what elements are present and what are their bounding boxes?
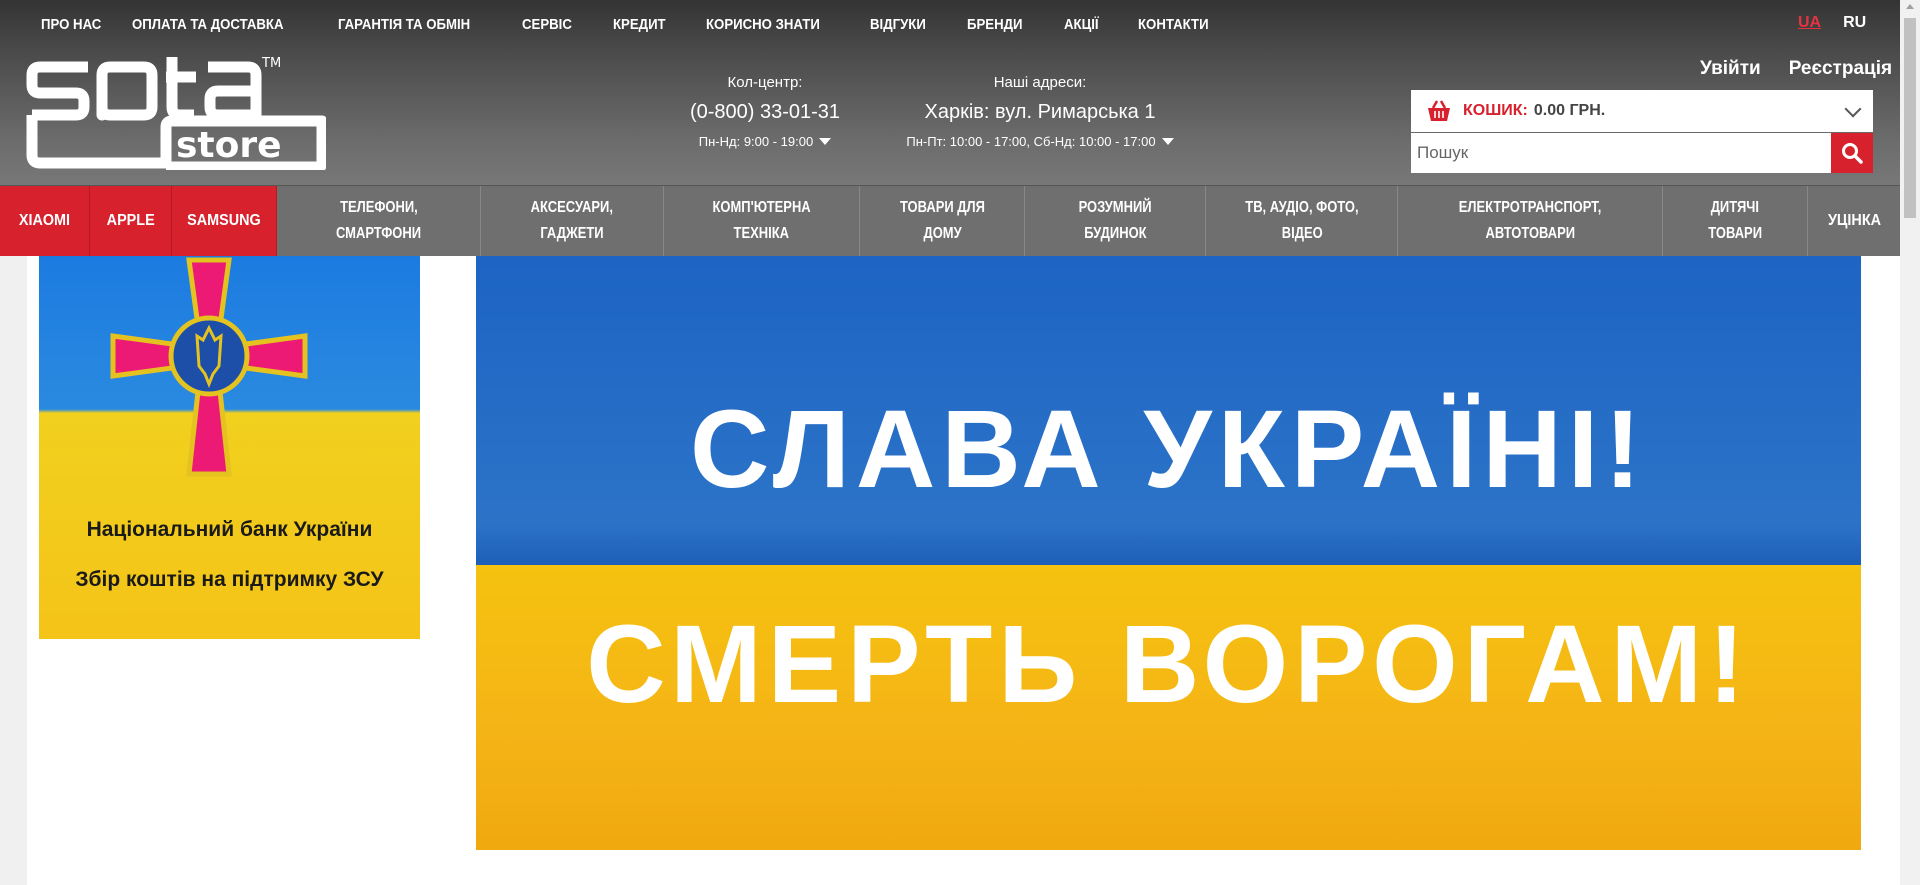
- address-text: Харків: вул. Римарська 1: [924, 101, 1156, 123]
- military-cross-emblem-icon: [110, 257, 308, 477]
- category-home-goods[interactable]: ТОВАРИ ДЛЯ ДОМУ: [860, 186, 1025, 256]
- site-logo[interactable]: TM store: [26, 55, 328, 173]
- sota-store-logo-icon: TM store: [26, 56, 328, 173]
- topnav-credit[interactable]: КРЕДИТ: [613, 16, 666, 33]
- zsu-support-banner[interactable]: Національний банк України Збір коштів на…: [39, 256, 420, 639]
- login-link[interactable]: Увійти: [1700, 58, 1761, 80]
- chevron-down-icon[interactable]: [1844, 100, 1862, 118]
- cart-label: КОШИК:: [1463, 102, 1528, 119]
- topnav-about[interactable]: ПРО НАС: [41, 16, 101, 33]
- caret-down-icon: [1161, 138, 1174, 145]
- category-phones[interactable]: ТЕЛЕФОНИ, СМАРТФОНИ: [277, 186, 481, 256]
- callcenter-hours: Пн-Нд: 9:00 - 19:00: [698, 134, 814, 149]
- top-navigation: ПРО НАС ОПЛАТА ТА ДОСТАВКА ГАРАНТІЯ ТА О…: [41, 16, 1252, 33]
- auth-links: Увійти Реєстрація: [1700, 58, 1892, 80]
- topnav-warranty[interactable]: ГАРАНТІЯ ТА ОБМІН: [338, 16, 470, 33]
- nbu-title: Національний банк України: [86, 518, 373, 541]
- topnav-contacts[interactable]: КОНТАКТИ: [1138, 16, 1209, 33]
- search-bar: [1411, 133, 1873, 173]
- banner-headline-2: СМЕРТЬ ВОРОГАМ!: [586, 603, 1751, 726]
- search-icon: [1842, 143, 1863, 164]
- category-kids[interactable]: ДИТЯЧІ ТОВАРИ: [1663, 186, 1808, 256]
- category-computers[interactable]: КОМП'ЮТЕРНА ТЕХНІКА: [664, 186, 860, 256]
- site-header: ПРО НАС ОПЛАТА ТА ДОСТАВКА ГАРАНТІЯ ТА О…: [0, 0, 1900, 256]
- topnav-brands[interactable]: БРЕНДИ: [967, 16, 1023, 33]
- svg-text:store: store: [176, 125, 282, 166]
- category-electrotransport[interactable]: ЕЛЕКТРОТРАНСПОРТ, АВТОТОВАРИ: [1398, 186, 1663, 256]
- addresses-label: Наші адреси:: [993, 74, 1087, 91]
- basket-icon: [1428, 100, 1450, 121]
- search-input[interactable]: [1411, 133, 1831, 173]
- banner-headline-1: СЛАВА УКРАЇНІ!: [690, 388, 1647, 511]
- category-discount[interactable]: УЦІНКА: [1808, 186, 1900, 256]
- addresses-block: Наші адреси: Харків: вул. Римарська 1 Пн…: [880, 74, 1200, 149]
- category-navigation: XIAOMI APPLE SAMSUNG ТЕЛЕФОНИ, СМАРТФОНИ …: [0, 185, 1900, 256]
- callcenter-phone[interactable]: (0-800) 33-01-31: [680, 101, 850, 124]
- address-hours: Пн-Пт: 10:00 - 17:00, Сб-Нд: 10:00 - 17:…: [906, 134, 1156, 149]
- category-smart-home[interactable]: РОЗУМНИЙ БУДИНОК: [1025, 186, 1206, 256]
- topnav-promotions[interactable]: АКЦІЇ: [1064, 16, 1099, 33]
- lang-ua-link[interactable]: UA: [1798, 14, 1821, 32]
- callcenter-hours-dropdown[interactable]: Пн-Нд: 9:00 - 19:00: [680, 134, 850, 149]
- hero-banner[interactable]: СЛАВА УКРАЇНІ! СМЕРТЬ ВОРОГАМ!: [476, 256, 1861, 850]
- category-samsung[interactable]: SAMSUNG: [172, 186, 277, 256]
- category-apple[interactable]: APPLE: [90, 186, 172, 256]
- svg-text:TM: TM: [261, 56, 281, 71]
- zsu-fundraising-text: Збір коштів на підтримку ЗСУ: [75, 568, 384, 591]
- lang-ru-link[interactable]: RU: [1843, 14, 1866, 32]
- category-xiaomi[interactable]: XIAOMI: [0, 186, 90, 256]
- scroll-up-arrow-icon[interactable]: [1906, 4, 1914, 9]
- page-scrollbar[interactable]: [1900, 0, 1920, 885]
- address-hours-dropdown[interactable]: Пн-Пт: 10:00 - 17:00, Сб-Нд: 10:00 - 17:…: [880, 134, 1200, 149]
- register-link[interactable]: Реєстрація: [1789, 58, 1892, 80]
- scrollbar-thumb[interactable]: [1904, 18, 1916, 218]
- topnav-service[interactable]: СЕРВІС: [522, 16, 572, 33]
- category-tv-audio[interactable]: ТВ, АУДІО, ФОТО, ВІДЕО: [1206, 186, 1398, 256]
- cart-total: 0.00 ГРН.: [1533, 102, 1606, 119]
- search-button[interactable]: [1831, 133, 1873, 173]
- callcenter-label: Кол-центр:: [727, 74, 803, 91]
- topnav-useful[interactable]: КОРИСНО ЗНАТИ: [706, 16, 820, 33]
- caret-down-icon: [819, 138, 832, 145]
- topnav-reviews[interactable]: ВІДГУКИ: [870, 16, 926, 33]
- category-accessories[interactable]: АКСЕСУАРИ, ГАДЖЕТИ: [481, 186, 664, 256]
- cart-widget[interactable]: КОШИК: 0.00 ГРН.: [1411, 90, 1873, 132]
- language-switcher: UA RU: [1798, 14, 1866, 32]
- callcenter-block: Кол-центр: (0-800) 33-01-31 Пн-Нд: 9:00 …: [680, 74, 850, 149]
- topnav-payment-delivery[interactable]: ОПЛАТА ТА ДОСТАВКА: [132, 16, 284, 33]
